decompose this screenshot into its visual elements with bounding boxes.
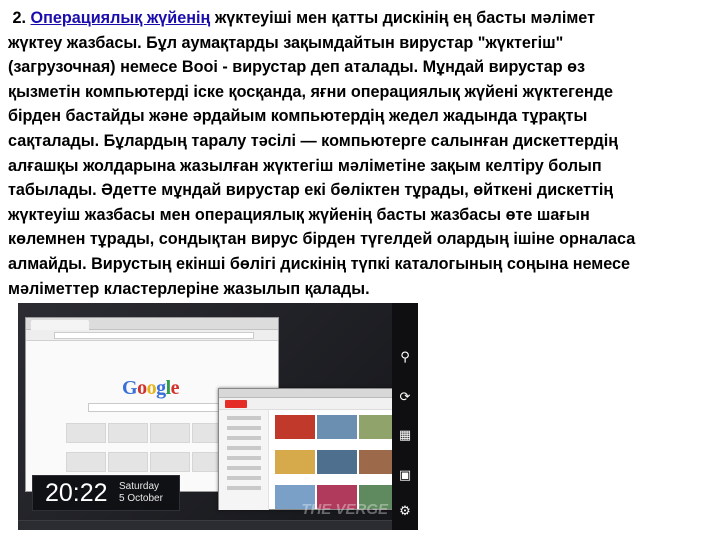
logo-letter: o [146,377,157,399]
thumbnail [150,452,190,472]
clock-day: Saturday 5 October [119,481,163,505]
lock-clock: 20:22 Saturday 5 October [32,475,180,511]
paragraph-line-6: сақталады. Бұлардың таралу тәсілі — комп… [8,131,619,150]
paragraph-line-8: табылады. Әдетте мұндай вирустар екі бөл… [8,181,614,200]
os-link[interactable]: Операциялық жүйенің [31,9,211,27]
clock-weekday: Saturday [119,481,160,492]
thumbnail [66,423,106,443]
thumbnail [108,423,148,443]
clock-date: 5 October [119,493,163,504]
logo-letter: o [137,377,147,399]
taskbar [18,520,392,530]
paragraph-line-2: жүктеу жазбасы. Бұл аумақтарды зақымдайт… [8,33,564,52]
paragraph-line-4: қызметін компьютерді іске қосқанда, яғни… [8,82,613,101]
paragraph-line-10: көлемнен тұрады, сондықтан вирус бірден … [8,230,636,249]
google-logo: Google [122,377,180,400]
youtube-logo [225,400,247,408]
watermark: THE VERGE [301,501,388,518]
chrome-tab-strip [26,318,278,330]
paragraph-line-11: алмайды. Вирустың екінші бөлігі дискінің… [8,254,631,273]
most-visited-thumbnails [66,423,242,481]
youtube-window [218,388,410,510]
thumbnail [66,452,106,472]
line-1-rest: жүктеуіші мен қатты дискінің ең басты мә… [214,9,596,27]
item-number: 2. [12,9,27,27]
windows-desktop-screenshot: Google 20:22 Saturday 5 October ⚲ ⟳ ▦ ▣ ⚙… [18,303,418,530]
paragraph-line-9: жүктеуіш жазбасы мен операциялық жүйенің… [8,205,590,224]
charms-bar: ⚲ ⟳ ▦ ▣ ⚙ [392,303,418,530]
logo-letter: g [156,377,166,399]
logo-letter: e [170,377,180,399]
video-thumbnail [317,450,357,474]
youtube-header [219,398,409,410]
youtube-sidebar [219,410,269,510]
chrome-toolbar [26,330,278,341]
windows-start-icon: ▦ [398,427,412,442]
youtube-tab-strip [219,389,409,398]
paragraph: 2. Операциялық жүйенің жүктеуіші мен қат… [8,6,714,301]
paragraph-line-5: бірден бастайды және әрдайым компьютерді… [8,107,588,126]
clock-time: 20:22 [45,479,108,507]
video-thumbnail [317,415,357,439]
video-thumbnail [275,450,315,474]
paragraph-line-12: мәліметтер кластерлеріне жазылып қалады. [8,279,370,298]
settings-icon: ⚙ [399,503,411,518]
chrome-address-bar [54,332,254,339]
logo-letter: G [122,377,138,399]
thumbnail [150,423,190,443]
share-icon: ⟳ [399,389,411,404]
video-thumbnail [275,415,315,439]
paragraph-line-7: алғашқы жолдарына жазылған жүктегіш мәлі… [8,156,602,175]
paragraph-line-3: (загрузочная) немесе Booi - вирустар деп… [8,58,586,77]
paragraph-line-1: 2. Операциялық жүйенің жүктеуіші мен қат… [8,6,714,31]
google-search-box [88,403,220,412]
chrome-tab [31,320,89,330]
thumbnail [108,452,148,472]
devices-icon: ▣ [398,467,412,482]
search-icon: ⚲ [400,349,410,364]
